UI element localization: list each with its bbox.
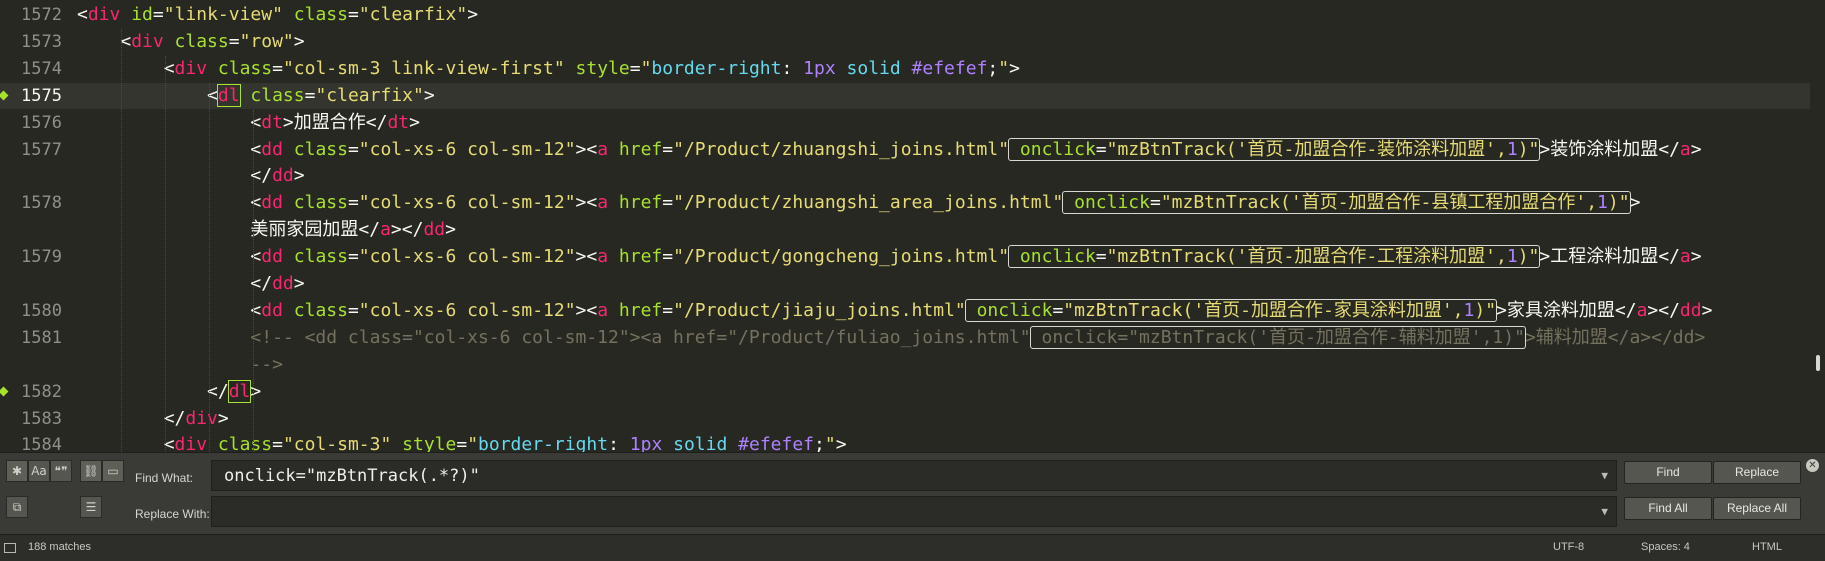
indent-guide [209, 82, 210, 452]
code-text[interactable]: </dd> [77, 271, 304, 297]
replace-field[interactable]: ▼ [211, 496, 1617, 527]
line-number: 1579 [21, 247, 62, 268]
replace-button[interactable]: Replace [1713, 461, 1801, 484]
code-text[interactable]: 美丽家园加盟</a></dd> [77, 217, 456, 243]
code-line[interactable]: </dd> [0, 163, 1810, 189]
line-number: 1572 [21, 5, 62, 25]
encoding-indicator[interactable]: UTF-8 [1553, 541, 1584, 553]
code-text[interactable]: <div class="row"> [77, 29, 304, 55]
code-line[interactable]: 1575 <dl class="clearfix"> [0, 82, 1810, 109]
code-line[interactable]: 1579 <dd class="col-xs-6 col-sm-12"><a h… [0, 244, 1810, 270]
code-line[interactable]: 1582 </dl> [0, 379, 1810, 405]
code-text[interactable]: <dd class="col-xs-6 col-sm-12"><a href="… [77, 244, 1702, 270]
code-line[interactable]: 1581 <!-- <dd class="col-xs-6 col-sm-12"… [0, 325, 1810, 351]
regex-toggle[interactable]: ✱ [6, 460, 28, 482]
indent-guide [165, 55, 166, 452]
code-line[interactable]: 1572 <div id="link-view" class="clearfix"… [0, 2, 1810, 28]
line-number: 1574 [21, 58, 62, 79]
code-line[interactable]: 1583 </div> [0, 406, 1810, 432]
code-line[interactable]: --> [0, 352, 1810, 378]
code-line[interactable]: 1573 <div class="row"> [0, 29, 1810, 55]
find-all-button[interactable]: Find All [1624, 497, 1712, 520]
code-text[interactable]: </dd> [77, 163, 304, 189]
code-line[interactable]: 1578 <dd class="col-xs-6 col-sm-12"><a h… [0, 190, 1810, 216]
indent-guide [253, 109, 254, 452]
match-count: 188 matches [28, 541, 91, 553]
line-number: 1581 [21, 327, 62, 348]
line-number: 1580 [21, 300, 62, 321]
console-icon[interactable] [4, 543, 16, 553]
code-line[interactable]: </dd> [0, 271, 1810, 297]
code-text[interactable]: <dd class="col-xs-6 col-sm-12"><a href="… [77, 298, 1712, 324]
code-editor[interactable]: 1572 <div id="link-view" class="clearfix"… [0, 0, 1825, 452]
line-number: 1575 [21, 85, 62, 106]
indent-guide [121, 28, 122, 452]
find-what-label: Find What: [135, 471, 194, 485]
find-button[interactable]: Find [1624, 461, 1712, 484]
line-number: 1582 [21, 381, 62, 402]
code-line[interactable]: 1584 <div class="col-sm-3" style="border… [0, 432, 1810, 452]
code-line[interactable]: 1576 <dt>加盟合作</dt> [0, 110, 1810, 136]
syntax-indicator[interactable]: HTML [1752, 541, 1782, 553]
whole-word-toggle[interactable]: ❝❞ [50, 460, 72, 482]
find-replace-panel: ✱Aa❝❞ ⛓▭ ⧉ ☰ Find What: ▼ Replace With: ▼ F… [0, 452, 1825, 535]
indentation-indicator[interactable]: Spaces: 4 [1641, 541, 1690, 553]
wrap-toggle[interactable]: ⛓ [80, 460, 102, 482]
line-number: 1576 [21, 112, 62, 133]
code-line[interactable]: 美丽家园加盟</a></dd> [0, 217, 1810, 243]
code-line[interactable]: 1580 <dd class="col-xs-6 col-sm-12"><a h… [0, 298, 1810, 324]
in-selection-toggle[interactable]: ▭ [102, 460, 124, 482]
find-in-files-icon[interactable]: ⧉ [6, 496, 28, 518]
code-text[interactable]: </div> [77, 406, 229, 432]
line-number: 1573 [21, 31, 62, 52]
code-text[interactable]: <dl class="clearfix"> [77, 83, 435, 109]
code-line[interactable]: 1577 <dd class="col-xs-6 col-sm-12"><a h… [0, 137, 1810, 163]
code-text[interactable]: <dd class="col-xs-6 col-sm-12"><a href="… [77, 137, 1702, 163]
close-panel-icon[interactable]: ✕ [1806, 459, 1819, 472]
find-field[interactable]: ▼ [211, 460, 1617, 491]
line-number: 1583 [21, 408, 62, 429]
replace-input[interactable] [224, 497, 1604, 526]
line-number: 1577 [21, 139, 62, 160]
code-text[interactable]: <dd class="col-xs-6 col-sm-12"><a href="… [77, 190, 1640, 216]
find-history-chevron-icon[interactable]: ▼ [1601, 469, 1608, 482]
code-text[interactable]: </dl> [77, 379, 261, 405]
code-text[interactable]: <!-- <dd class="col-xs-6 col-sm-12"><a h… [77, 325, 1705, 351]
vertical-scrollbar[interactable] [1816, 355, 1820, 371]
case-sensitive-toggle[interactable]: Aa [28, 460, 50, 482]
code-text[interactable]: <div id="link-view" class="clearfix"> [77, 2, 478, 28]
code-text[interactable]: <dt>加盟合作</dt> [77, 110, 420, 136]
find-input[interactable] [224, 461, 1604, 490]
show-context-icon[interactable]: ☰ [80, 496, 102, 518]
code-line[interactable]: 1574 <div class="col-sm-3 link-view-firs… [0, 56, 1810, 82]
line-number: 1578 [21, 193, 62, 214]
code-text[interactable]: <div class="col-sm-3 link-view-first" st… [77, 56, 1020, 82]
replace-all-button[interactable]: Replace All [1713, 497, 1801, 520]
replace-history-chevron-icon[interactable]: ▼ [1601, 505, 1608, 518]
replace-with-label: Replace With: [135, 507, 210, 521]
code-text[interactable]: <div class="col-sm-3" style="border-righ… [77, 432, 847, 452]
status-bar: 188 matches UTF-8 Spaces: 4 HTML [0, 534, 1825, 561]
line-number: 1584 [21, 435, 62, 452]
